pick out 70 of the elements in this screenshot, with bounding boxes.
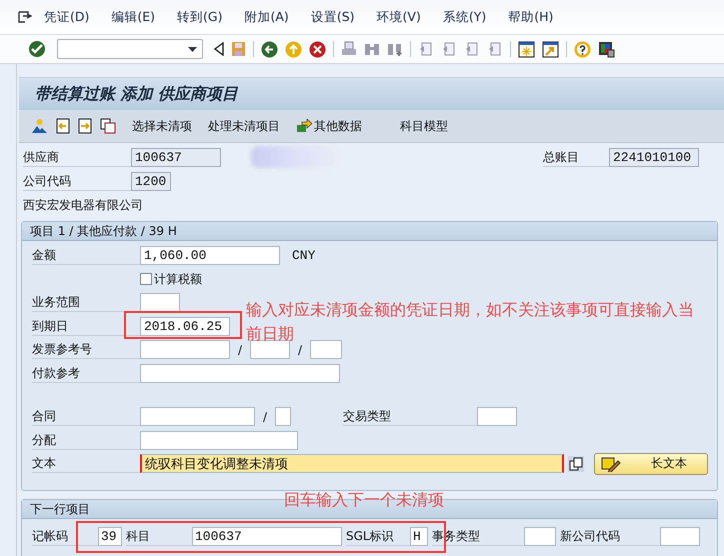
save-icon[interactable]	[231, 41, 246, 57]
checkbox-label: 计算税额	[154, 270, 202, 288]
menu-icon[interactable]	[18, 11, 32, 23]
long-text-button[interactable]: 长文本	[594, 452, 708, 475]
menu-item[interactable]: 编辑(E)	[111, 8, 156, 26]
invoice-reference-field[interactable]	[140, 340, 230, 360]
copy-icon[interactable]	[100, 118, 116, 134]
input-field[interactable]	[660, 526, 700, 546]
arrow-icon[interactable]	[296, 119, 312, 133]
payment-reference-field[interactable]	[140, 364, 340, 383]
input-field[interactable]: 39	[98, 526, 122, 546]
menu-item[interactable]: 凭证(D)	[44, 8, 90, 26]
vendor-name: 西安宏发电器有限公司	[23, 197, 143, 214]
annotation-text: 输入对应未清项金额的凭证日期，如不关注该事项可直接输入当前日期	[246, 299, 695, 345]
menu-item[interactable]: 环境(V)	[376, 8, 421, 26]
menu-item[interactable]: 系统(Y)	[442, 8, 486, 26]
print-icon[interactable]	[341, 41, 357, 57]
input-field[interactable]: 100637	[192, 526, 342, 546]
new-session-icon[interactable]	[518, 40, 535, 58]
menu-item[interactable]: 帮助(H)	[508, 8, 554, 26]
annotation-text: 回车输入下一个未清项	[284, 489, 444, 511]
copy-icon[interactable]	[568, 456, 584, 472]
amount-field[interactable]: 1,060.00	[140, 246, 280, 266]
company-code-field[interactable]: 1200	[131, 172, 171, 190]
invoice-item-field[interactable]	[310, 340, 342, 360]
currency-text: CNY	[292, 248, 316, 264]
contract-field[interactable]	[140, 407, 255, 426]
separator-text: /	[262, 410, 268, 424]
command-field[interactable]	[57, 39, 203, 59]
page-icon[interactable]	[487, 41, 503, 57]
business-area-field[interactable]	[140, 293, 180, 312]
group-title: 项目 1 / 其他应付款 / 39 H	[30, 222, 177, 240]
find-next-icon[interactable]	[387, 41, 403, 57]
assignment-field[interactable]	[140, 430, 298, 450]
separator-text: /	[236, 342, 244, 357]
transaction-type-field[interactable]	[477, 407, 517, 426]
menu-item[interactable]: 附加(A)	[244, 8, 289, 26]
due-date-field[interactable]: 2018.06.25	[140, 316, 230, 336]
group-title: 下一行项目	[30, 500, 90, 518]
toolbar-button[interactable]: 科目模型	[400, 118, 448, 134]
menu-item[interactable]: 转到(G)	[177, 8, 222, 26]
monitor-icon[interactable]	[598, 40, 615, 58]
exit-icon[interactable]	[285, 40, 302, 58]
shortcut-icon[interactable]	[542, 40, 559, 58]
toolbar-button[interactable]: 其他数据	[314, 118, 362, 134]
toolbar-button[interactable]: 处理未清项目	[208, 118, 280, 134]
vendor-field[interactable]: 100637	[131, 148, 221, 166]
find-icon[interactable]	[364, 41, 380, 57]
caret-icon	[188, 46, 197, 52]
text-field[interactable]: 统驭科目变化调整未清项	[140, 454, 564, 474]
page-icon[interactable]	[418, 41, 434, 57]
page-icon[interactable]	[464, 41, 480, 57]
gl-account-field[interactable]: 2241010100	[609, 148, 699, 166]
page-icon[interactable]	[441, 41, 457, 57]
checkbox[interactable]	[140, 273, 152, 286]
menu-item[interactable]: 设置(S)	[310, 8, 355, 26]
toolbar-button[interactable]: 选择未清项	[132, 118, 192, 134]
separator-text: /	[296, 342, 304, 357]
input-field[interactable]	[524, 526, 556, 546]
help-icon[interactable]	[574, 40, 591, 58]
invoice-year-field[interactable]	[250, 340, 290, 360]
screen-title: 带结算过账 添加 供应商项目	[35, 84, 238, 104]
input-field[interactable]: H	[410, 526, 428, 546]
cancel-icon[interactable]	[309, 40, 326, 58]
contract-type-field[interactable]	[275, 407, 291, 426]
pencil-note-icon	[601, 456, 621, 472]
person-icon[interactable]	[31, 118, 48, 134]
back-icon[interactable]	[261, 40, 278, 58]
triangle-icon[interactable]	[214, 42, 224, 56]
enter-icon[interactable]	[28, 40, 46, 58]
